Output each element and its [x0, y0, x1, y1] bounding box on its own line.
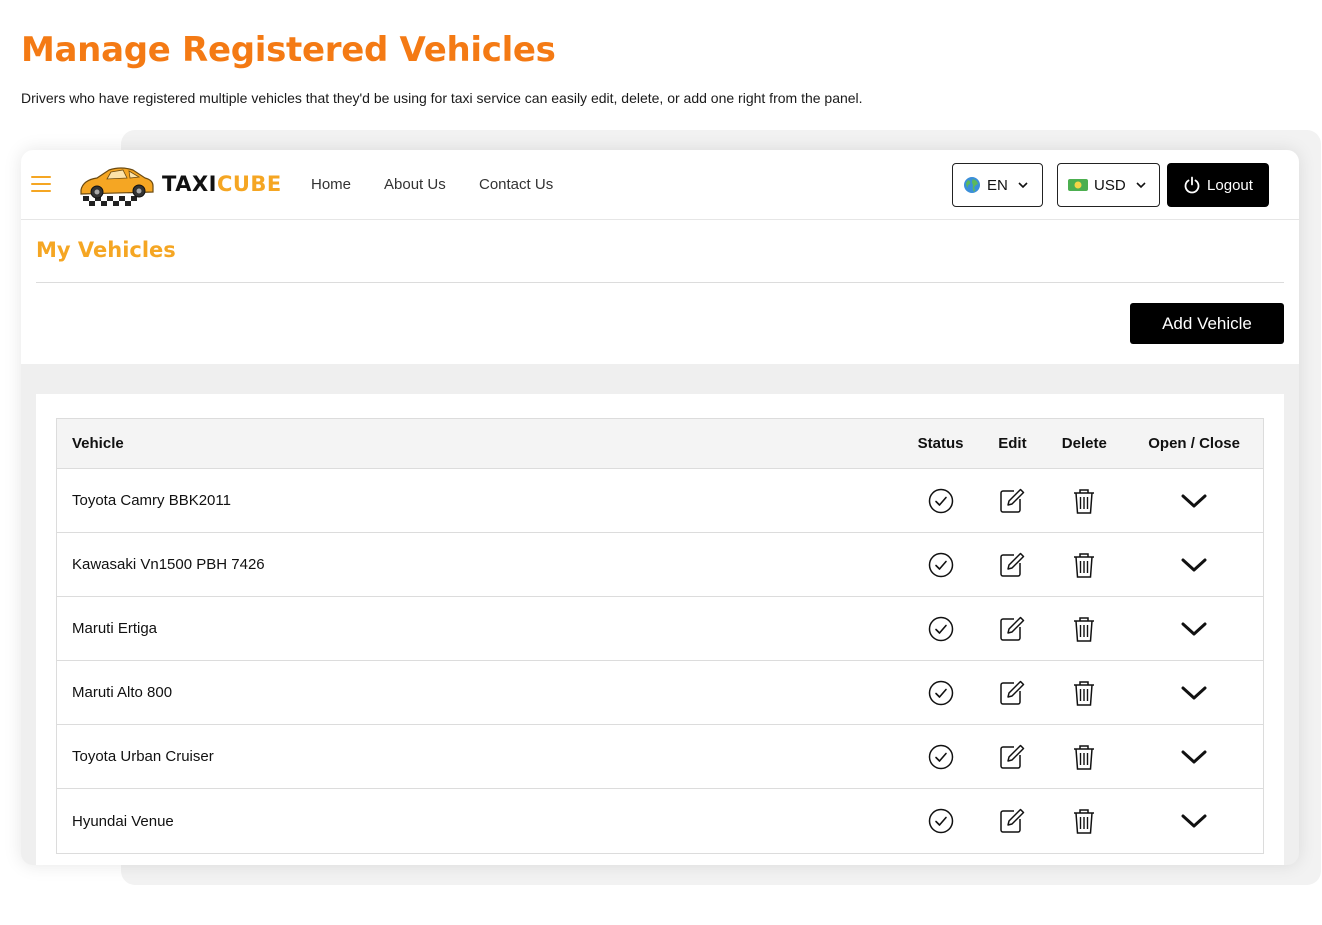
- chevron-down-icon[interactable]: [1180, 492, 1208, 510]
- vehicles-table: Vehicle Status Edit Delete Open / Close …: [56, 418, 1264, 854]
- table-row: Maruti Ertiga: [57, 597, 1263, 661]
- status-check-icon[interactable]: [928, 616, 954, 642]
- chevron-down-icon[interactable]: [1180, 748, 1208, 766]
- page-title: Manage Registered Vehicles: [21, 30, 556, 70]
- hamburger-menu-icon[interactable]: [31, 176, 51, 194]
- edit-icon[interactable]: [998, 743, 1026, 771]
- table-header-row: Vehicle Status Edit Delete Open / Close: [57, 419, 1263, 469]
- trash-icon[interactable]: [1072, 807, 1096, 835]
- logout-label: Logout: [1207, 176, 1253, 194]
- navbar: TAXICUBE Home About Us Contact Us EN USD: [21, 150, 1299, 220]
- edit-icon[interactable]: [998, 679, 1026, 707]
- table-row: Toyota Urban Cruiser: [57, 725, 1263, 789]
- trash-icon[interactable]: [1072, 679, 1096, 707]
- language-dropdown[interactable]: EN: [952, 163, 1043, 207]
- table-row: Kawasaki Vn1500 PBH 7426: [57, 533, 1263, 597]
- chevron-down-icon[interactable]: [1180, 556, 1208, 574]
- header-delete: Delete: [1061, 435, 1107, 452]
- status-check-icon[interactable]: [928, 808, 954, 834]
- edit-icon[interactable]: [998, 807, 1026, 835]
- chevron-down-icon: [1136, 182, 1146, 189]
- vehicle-name: Toyota Urban Cruiser: [72, 748, 214, 765]
- vehicle-name: Hyundai Venue: [72, 812, 174, 830]
- edit-icon[interactable]: [998, 615, 1026, 643]
- globe-icon: [964, 177, 980, 193]
- chevron-down-icon: [1018, 182, 1028, 189]
- section-title: My Vehicles: [36, 238, 176, 262]
- status-check-icon[interactable]: [928, 744, 954, 770]
- car-logo-icon: [80, 167, 154, 206]
- table-container: Vehicle Status Edit Delete Open / Close …: [36, 394, 1284, 865]
- table-row: Hyundai Venue: [57, 789, 1263, 853]
- brand-name-part1: TAXI: [162, 172, 217, 196]
- currency-dropdown[interactable]: USD: [1057, 163, 1160, 207]
- trash-icon[interactable]: [1072, 615, 1096, 643]
- header-open-close: Open / Close: [1148, 435, 1240, 452]
- trash-icon[interactable]: [1072, 551, 1096, 579]
- app-window: TAXICUBE Home About Us Contact Us EN USD: [21, 150, 1299, 865]
- language-value: EN: [987, 176, 1008, 194]
- table-row: Maruti Alto 800: [57, 661, 1263, 725]
- trash-icon[interactable]: [1072, 487, 1096, 515]
- edit-icon[interactable]: [998, 551, 1026, 579]
- currency-value: USD: [1094, 176, 1126, 194]
- vehicle-name: Toyota Camry BBK2011: [72, 492, 231, 509]
- nav-contact-us[interactable]: Contact Us: [479, 176, 553, 193]
- nav-home[interactable]: Home: [311, 176, 351, 193]
- header-vehicle: Vehicle: [72, 435, 124, 452]
- status-check-icon[interactable]: [928, 488, 954, 514]
- vehicle-name: Kawasaki Vn1500 PBH 7426: [72, 556, 265, 573]
- vehicle-name: Maruti Alto 800: [72, 684, 173, 701]
- header-status: Status: [917, 435, 964, 452]
- status-check-icon[interactable]: [928, 680, 954, 706]
- add-vehicle-button[interactable]: Add Vehicle: [1130, 303, 1284, 344]
- page-subtitle: Drivers who have registered multiple veh…: [21, 90, 863, 106]
- nav-about-us[interactable]: About Us: [384, 176, 446, 193]
- chevron-down-icon[interactable]: [1180, 620, 1208, 638]
- vehicles-header: My Vehicles Add Vehicle: [21, 220, 1299, 364]
- vehicle-name: Maruti Ertiga: [72, 620, 158, 637]
- chevron-down-icon[interactable]: [1180, 684, 1208, 702]
- logout-button[interactable]: Logout: [1167, 163, 1269, 207]
- power-icon: [1184, 176, 1200, 194]
- banknote-icon: [1068, 179, 1088, 191]
- trash-icon[interactable]: [1072, 743, 1096, 771]
- brand-name-part2: CUBE: [216, 172, 282, 196]
- chevron-down-icon[interactable]: [1180, 812, 1208, 830]
- header-edit: Edit: [998, 435, 1027, 452]
- status-check-icon[interactable]: [928, 552, 954, 578]
- divider: [36, 282, 1284, 283]
- edit-icon[interactable]: [998, 487, 1026, 515]
- table-row: Toyota Camry BBK2011: [57, 469, 1263, 533]
- logo[interactable]: TAXICUBE: [77, 160, 281, 210]
